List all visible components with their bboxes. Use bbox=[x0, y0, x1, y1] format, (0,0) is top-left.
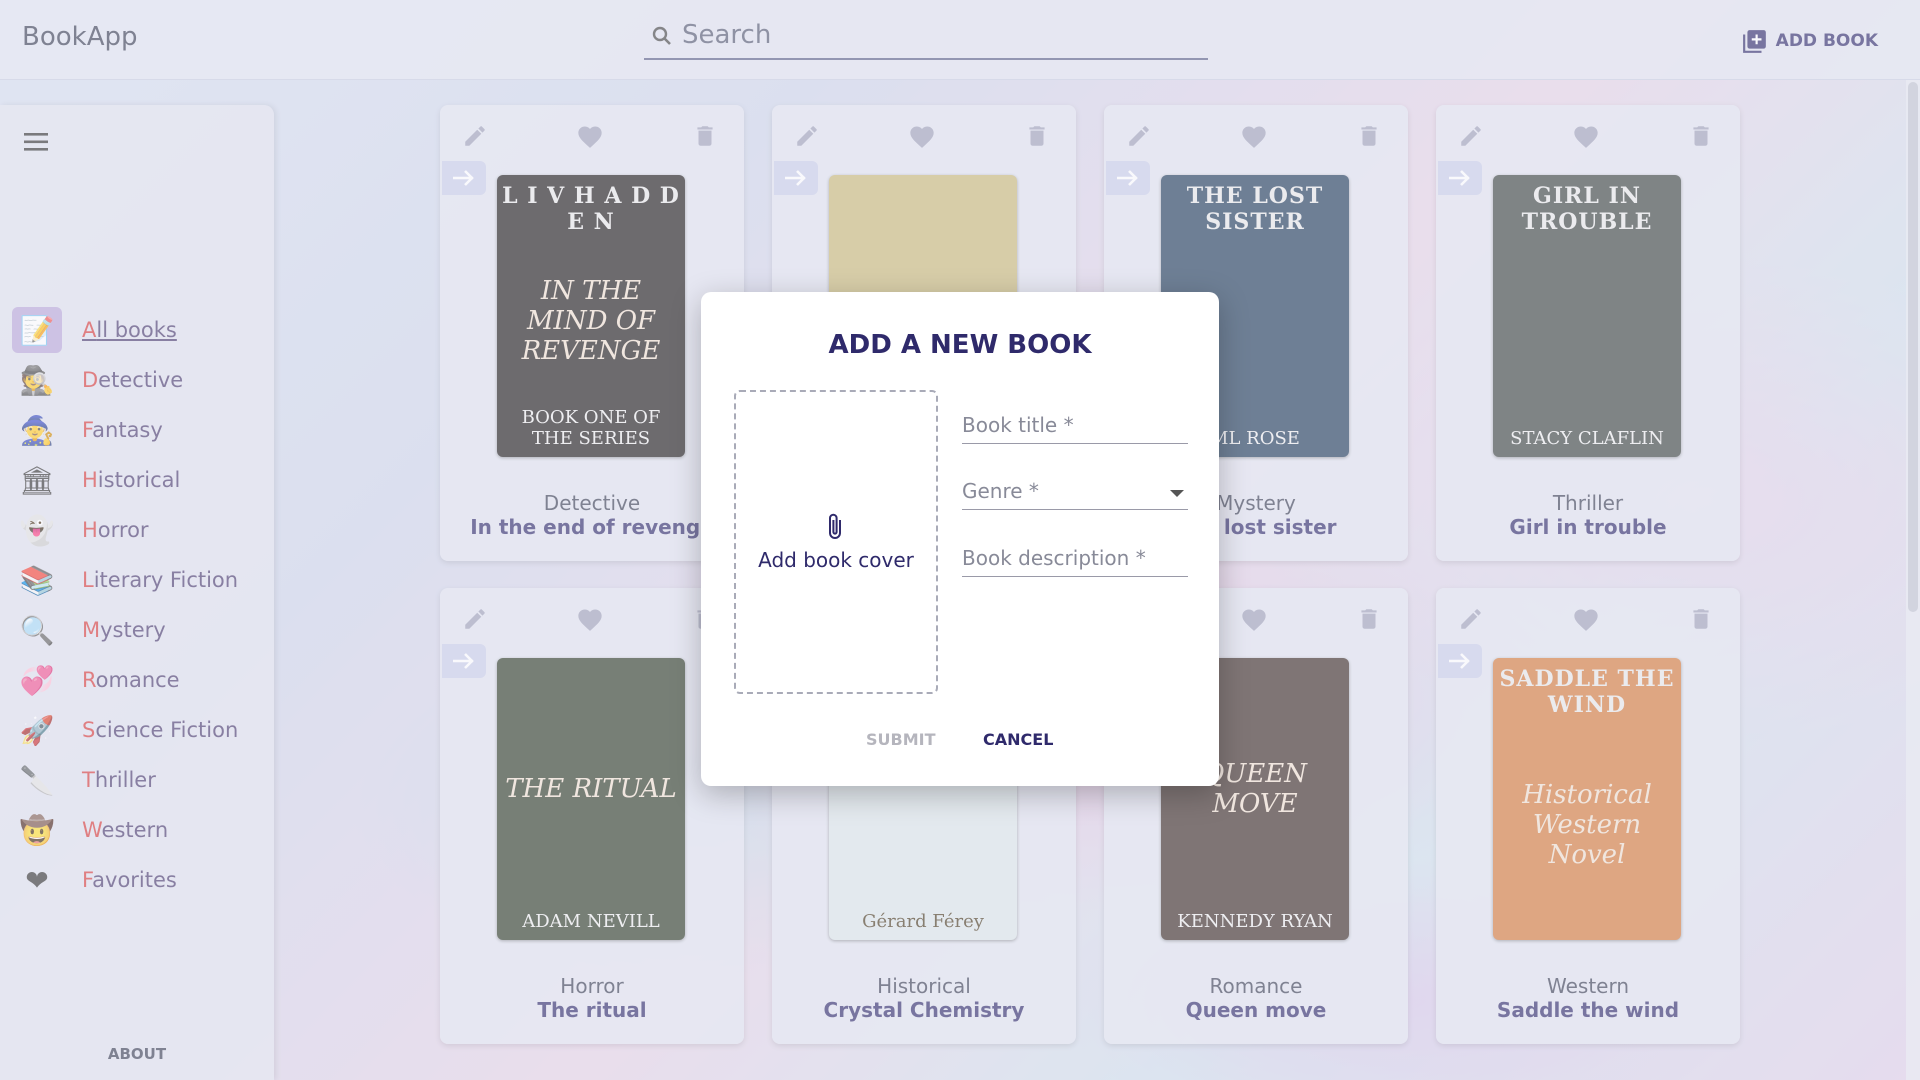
book-description-field[interactable]: Book description * bbox=[962, 535, 1188, 577]
genre-select-label: Genre * bbox=[962, 479, 1039, 503]
dropdown-arrow-icon bbox=[1170, 490, 1184, 497]
cancel-button[interactable]: CANCEL bbox=[983, 730, 1053, 749]
cover-upload-label: Add book cover bbox=[758, 548, 914, 572]
genre-select[interactable]: Genre * bbox=[962, 468, 1188, 510]
book-title-field-label: Book title * bbox=[962, 413, 1074, 437]
paperclip-icon bbox=[829, 513, 841, 539]
cover-upload-area[interactable]: Add book cover bbox=[734, 390, 938, 694]
book-description-field-label: Book description * bbox=[962, 546, 1146, 570]
dialog-title: ADD A NEW BOOK bbox=[828, 330, 1092, 360]
submit-button[interactable]: SUBMIT bbox=[866, 730, 936, 749]
add-book-dialog: ADD A NEW BOOK Add book cover Book title… bbox=[701, 292, 1219, 786]
book-title-field[interactable]: Book title * bbox=[962, 402, 1188, 444]
